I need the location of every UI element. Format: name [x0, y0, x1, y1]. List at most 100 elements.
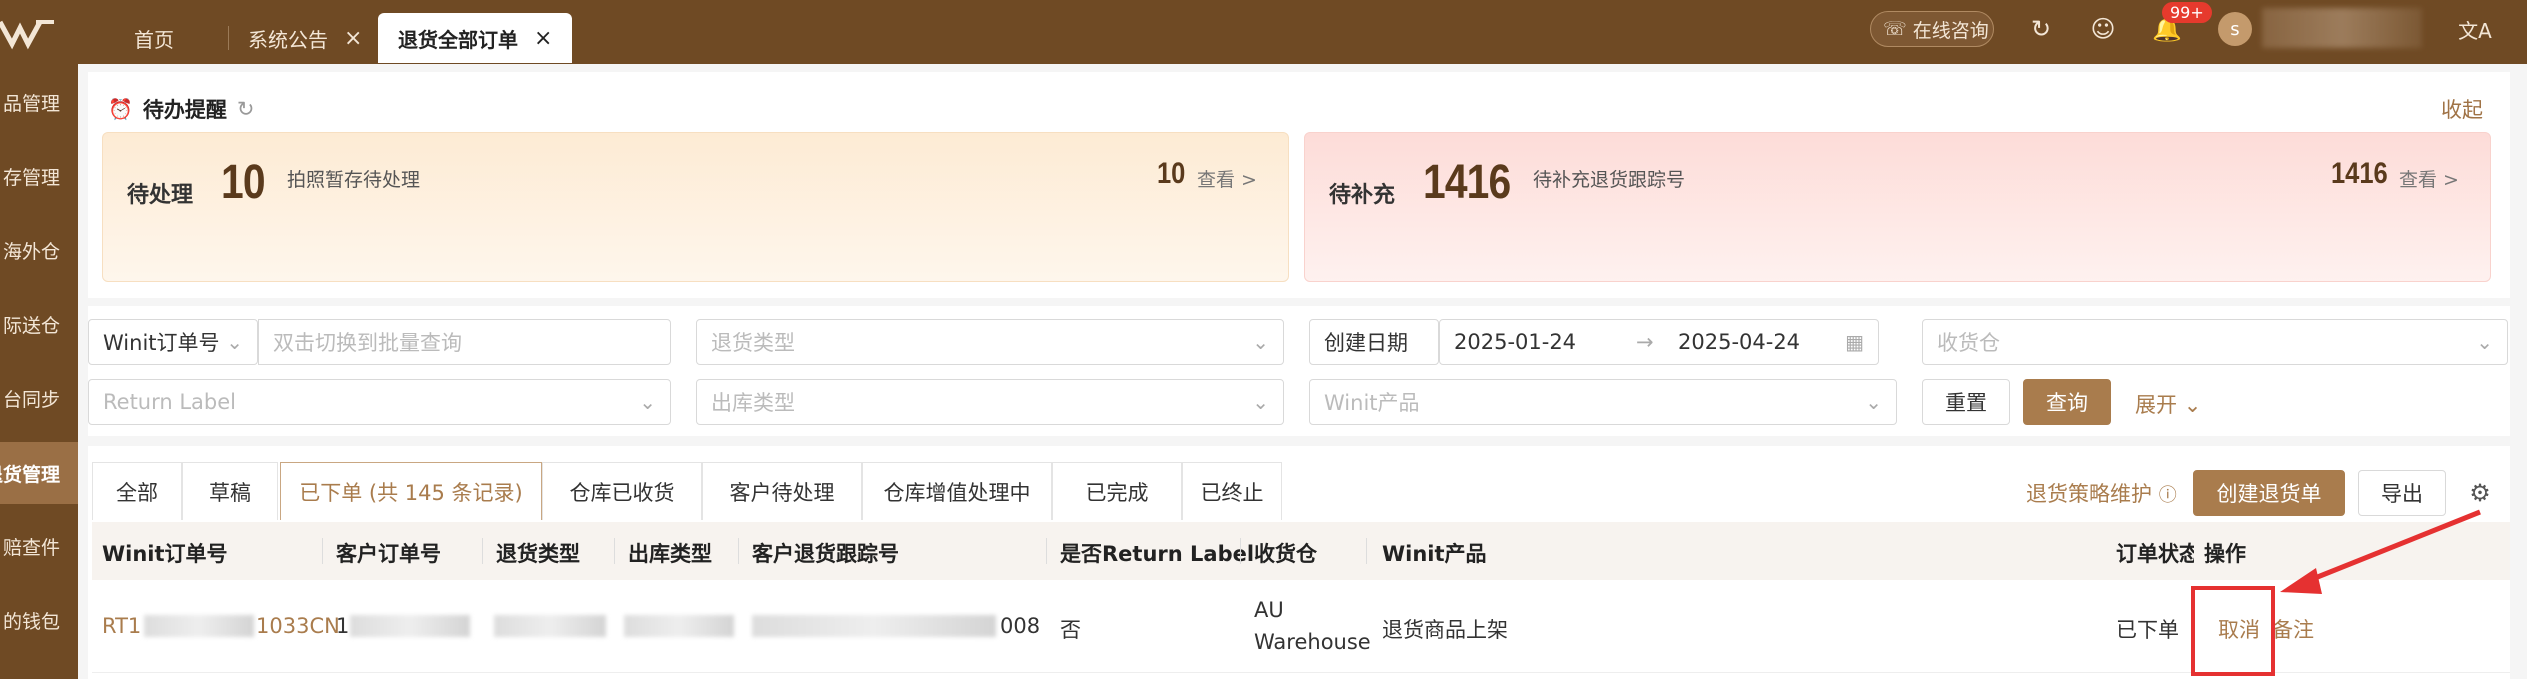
tab-draft[interactable]: 草稿: [182, 462, 278, 520]
notification-badge: 99+: [2162, 2, 2212, 23]
sidebar-item-claims[interactable]: 赔查件: [0, 516, 78, 576]
tab-all-return-orders[interactable]: 退货全部订单 ×: [378, 13, 573, 63]
collapse-link[interactable]: 收起: [2441, 94, 2483, 124]
redacted-text: [752, 615, 996, 637]
online-consult-button[interactable]: ☏ 在线咨询: [1870, 11, 1994, 47]
column-header: 收货仓: [1254, 542, 1317, 566]
winit-order-suffix[interactable]: 1033CN: [256, 614, 340, 638]
return-policy-link[interactable]: 退货策略维护 ⓘ: [2026, 478, 2177, 508]
order-input-placeholder: 双击切换到批量查询: [273, 331, 462, 355]
tab-value-added[interactable]: 仓库增值处理中: [862, 462, 1052, 520]
date-label: 创建日期: [1324, 331, 1408, 355]
date-end: 2025-04-24: [1678, 330, 1801, 354]
reset-button[interactable]: 重置: [1922, 379, 2010, 425]
translate-icon[interactable]: 文A: [2458, 12, 2492, 46]
todo-card-supplement: 待补充 1416 待补充退货跟踪号 1416 查看 >: [1304, 132, 2491, 282]
sidebar-item-international[interactable]: 际送仓: [0, 294, 78, 354]
user-name-redacted: [2262, 8, 2422, 48]
chevron-down-icon: ⌄: [1252, 390, 1269, 414]
card-description: 拍照暂存待处理: [287, 169, 421, 191]
outbound-type-select[interactable]: 出库类型 ⌄: [696, 379, 1284, 425]
smile-icon[interactable]: ☺: [2086, 12, 2120, 46]
tab-divider: [228, 26, 229, 50]
sidebar-item-overseas-warehouse[interactable]: 海外仓: [0, 220, 78, 280]
card-number: 1416: [1423, 156, 1511, 209]
avatar[interactable]: s: [2218, 12, 2252, 46]
headset-icon: ☏: [1883, 18, 1907, 40]
card-view-link[interactable]: 查看 >: [2399, 165, 2459, 192]
close-icon[interactable]: ×: [534, 26, 552, 51]
top-bar: 首页 系统公告 × 退货全部订单 × ☏ 在线咨询 ↻ ☺ 🔔 99+ s 文A: [0, 0, 2527, 64]
column-divider: [322, 538, 323, 564]
sidebar-item-wallet[interactable]: 的钱包: [0, 590, 78, 650]
column-header: 出库类型: [628, 542, 712, 566]
warehouse-select[interactable]: 收货仓 ⌄: [1922, 319, 2508, 365]
tab-label: 已终止: [1200, 480, 1264, 505]
row-divider: [92, 672, 2510, 673]
search-button[interactable]: 查询: [2023, 379, 2111, 425]
card-count: 1416: [2331, 157, 2388, 190]
sidebar-item-inventory[interactable]: 存管理: [0, 146, 78, 206]
customer-order-prefix: 1: [336, 614, 350, 638]
column-header: Winit订单号: [102, 542, 228, 566]
highlight-box: [2191, 586, 2275, 676]
tab-completed[interactable]: 已完成: [1052, 462, 1182, 520]
tab-label: 退货全部订单: [398, 27, 518, 52]
sidebar-item-products[interactable]: 品管理: [0, 72, 78, 132]
export-button[interactable]: 导出: [2358, 470, 2446, 516]
close-icon[interactable]: ×: [344, 26, 362, 51]
order-type-select[interactable]: Winit订单号 ⌄: [88, 319, 258, 365]
chevron-down-icon: ⌄: [1865, 390, 1882, 414]
refresh-icon[interactable]: ↻: [2024, 12, 2058, 46]
product-placeholder: Winit产品: [1324, 391, 1420, 415]
redacted-text: [350, 615, 470, 637]
search-label: 查询: [2046, 391, 2088, 415]
status-value: 已下单: [2116, 618, 2179, 642]
create-return-button[interactable]: 创建退货单: [2193, 470, 2345, 516]
date-start: 2025-01-24: [1454, 330, 1577, 354]
column-divider: [614, 538, 615, 564]
export-label: 导出: [2381, 482, 2423, 506]
tab-home[interactable]: 首页: [134, 13, 174, 63]
return-type-placeholder: 退货类型: [711, 331, 795, 355]
expand-link[interactable]: 展开 ⌄: [2135, 389, 2201, 419]
avatar-letter: s: [2230, 18, 2240, 40]
tab-label: 已下单 (共 145 条记录): [299, 480, 523, 505]
note-link[interactable]: 备注: [2272, 614, 2314, 644]
tab-terminated[interactable]: 已终止: [1182, 462, 1282, 520]
winit-order-prefix[interactable]: RT1: [102, 614, 141, 638]
policy-label: 退货策略维护: [2026, 482, 2152, 506]
card-number: 10: [221, 156, 266, 209]
column-header: 退货类型: [496, 542, 580, 566]
card-label: 待补充: [1329, 183, 1396, 208]
product-select[interactable]: Winit产品 ⌄: [1309, 379, 1897, 425]
return-type-select[interactable]: 退货类型 ⌄: [696, 319, 1284, 365]
column-header: 是否Return Label: [1060, 542, 1255, 566]
return-label-select[interactable]: Return Label ⌄: [88, 379, 671, 425]
calendar-icon: ▦: [1845, 330, 1864, 354]
date-range-picker[interactable]: 2025-01-24 → 2025-04-24 ▦: [1439, 319, 1879, 365]
tab-announcements[interactable]: 系统公告 ×: [248, 13, 362, 63]
warehouse-value: Warehouse: [1254, 630, 1371, 654]
gear-icon[interactable]: ⚙: [2463, 476, 2497, 510]
refresh-icon[interactable]: ↻: [237, 97, 255, 121]
tab-warehouse-received[interactable]: 仓库已收货: [542, 462, 702, 520]
tab-ordered[interactable]: 已下单 (共 145 条记录): [280, 462, 542, 520]
sidebar-item-returns[interactable]: 退货管理: [0, 442, 78, 504]
tab-label: 草稿: [209, 480, 251, 505]
order-number-input[interactable]: 双击切换到批量查询: [258, 319, 671, 365]
column-divider: [1046, 538, 1047, 564]
tab-all[interactable]: 全部: [92, 462, 182, 520]
date-type-label[interactable]: 创建日期: [1309, 319, 1439, 365]
sidebar-item-platform-sync[interactable]: 台同步: [0, 368, 78, 428]
tab-customer-pending[interactable]: 客户待处理: [702, 462, 862, 520]
card-view-link[interactable]: 查看 >: [1197, 165, 1257, 192]
logo-icon: [0, 20, 54, 50]
consult-label: 在线咨询: [1912, 19, 1989, 42]
column-divider: [482, 538, 483, 564]
tracking-suffix: 008: [1000, 614, 1041, 638]
todo-card-pending: 待处理 10 拍照暂存待处理 10 查看 >: [102, 132, 1289, 282]
expand-label: 展开: [2135, 393, 2177, 417]
tab-label: 全部: [116, 480, 158, 505]
alarm-icon: ⏰: [108, 97, 133, 121]
